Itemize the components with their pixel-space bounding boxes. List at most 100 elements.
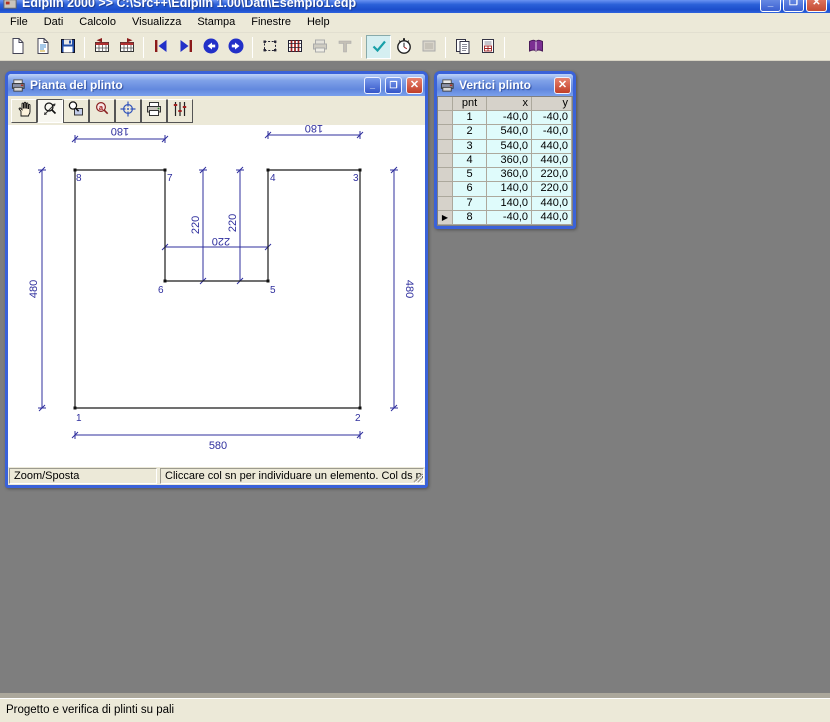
dim-top-right-label: 180: [305, 125, 323, 134]
menu-visualizza[interactable]: Visualizza: [124, 14, 189, 31]
table-row[interactable]: 6 140,0 220,0: [438, 182, 572, 196]
col-header-pnt: pnt: [453, 97, 487, 111]
report-icon: [479, 37, 497, 58]
table-window-icon: [440, 78, 455, 93]
print-plot-button[interactable]: [141, 99, 167, 123]
toolbar-separator: [143, 37, 144, 58]
vertici-titlebar[interactable]: Vertici plinto ✕: [437, 74, 573, 96]
close-button[interactable]: ✕: [806, 0, 827, 12]
status-text: Progetto e verifica di plinti su pali: [6, 704, 174, 716]
menu-stampa[interactable]: Stampa: [189, 14, 243, 31]
zoom-window-button[interactable]: [63, 99, 89, 123]
center-target-button[interactable]: [115, 99, 141, 123]
row-selector-header: [438, 97, 453, 111]
display-options-button[interactable]: [167, 99, 193, 123]
last-record-button[interactable]: [173, 35, 198, 59]
zoom-window-icon: [67, 100, 85, 121]
minimize-button[interactable]: _: [760, 0, 781, 12]
vertex-4-label: 4: [270, 173, 276, 184]
report-button[interactable]: [475, 35, 500, 59]
dim-right-label: 480: [403, 280, 415, 298]
zoom-arrows-icon: [41, 100, 59, 121]
menu-finestre[interactable]: Finestre: [243, 14, 299, 31]
pianta-statusbar: Zoom/Sposta Cliccare col sn per individu…: [8, 467, 425, 485]
sliders-icon: [171, 100, 189, 121]
new-button[interactable]: [5, 35, 30, 59]
toolbar-separator: [361, 37, 362, 58]
table-header-row: pnt x y: [438, 97, 572, 111]
forward-button[interactable]: [223, 35, 248, 59]
menu-help[interactable]: Help: [299, 14, 338, 31]
toolbar-separator: [445, 37, 446, 58]
stopwatch-button[interactable]: [391, 35, 416, 59]
menu-calcolo[interactable]: Calcolo: [71, 14, 124, 31]
zoom-all-button[interactable]: a: [89, 99, 115, 123]
table-row-selected[interactable]: ▶ 8 -40,0 440,0: [438, 211, 572, 225]
grid-next-button[interactable]: [114, 35, 139, 59]
table-row[interactable]: 1 -40,0 -40,0: [438, 111, 572, 125]
vertex-8-label: 8: [76, 173, 82, 184]
table-row[interactable]: 7 140,0 440,0: [438, 197, 572, 211]
col-header-x: x: [487, 97, 532, 111]
zoom-pan-button[interactable]: [37, 99, 63, 123]
open-document-icon: [34, 37, 52, 58]
vertex-6-label: 6: [158, 285, 164, 296]
table-row[interactable]: 4 360,0 440,0: [438, 154, 572, 168]
t-section-gray-icon: [336, 37, 354, 58]
save-button[interactable]: [55, 35, 80, 59]
copy-pages-button[interactable]: [450, 35, 475, 59]
vertex-5-label: 5: [270, 285, 276, 296]
pianta-minimize-button[interactable]: _: [364, 77, 381, 94]
vertici-title: Vertici plinto: [459, 78, 550, 92]
grid-prev-button[interactable]: [89, 35, 114, 59]
table-arrow-right-icon: [118, 37, 136, 58]
results-gray-icon: [420, 37, 438, 58]
dim-notch-width-label: 220: [212, 235, 230, 247]
first-record-icon: [152, 37, 170, 58]
resize-grip[interactable]: [412, 472, 423, 483]
selection-rect-icon: [261, 37, 279, 58]
menu-file[interactable]: File: [2, 14, 36, 31]
vertici-close-button[interactable]: ✕: [554, 77, 571, 94]
printer-icon: [145, 100, 163, 121]
checkmark-icon: [370, 37, 388, 58]
menu-dati[interactable]: Dati: [36, 14, 72, 31]
menubar: File Dati Calcolo Visualizza Stampa Fine…: [0, 13, 830, 33]
mode-status-pane: Zoom/Sposta: [9, 468, 157, 484]
toolbar-separator: [504, 37, 505, 58]
table-row[interactable]: 5 360,0 220,0: [438, 168, 572, 182]
hand-icon: [15, 100, 33, 121]
plot-canvas[interactable]: 180 180 480 480 220 220 220 580 8 7 4 3 …: [8, 125, 425, 467]
main-statusbar: Progetto e verifica di plinti su pali: [0, 698, 830, 722]
pan-hand-button[interactable]: [11, 99, 37, 123]
first-record-button[interactable]: [148, 35, 173, 59]
copy-pages-icon: [454, 37, 472, 58]
open-button[interactable]: [30, 35, 55, 59]
table-row[interactable]: 3 540,0 440,0: [438, 140, 572, 154]
dim-bottom-label: 580: [209, 440, 227, 452]
vertici-table: pnt x y 1 -40,0 -40,0 2 540,0 -40,0: [437, 96, 573, 226]
back-button[interactable]: [198, 35, 223, 59]
crosshair-icon: [119, 100, 137, 121]
table-view-button[interactable]: [282, 35, 307, 59]
current-row-marker[interactable]: ▶: [438, 211, 453, 225]
pianta-toolbar: a: [8, 96, 425, 125]
pianta-close-button[interactable]: ✕: [406, 77, 423, 94]
mdi-client-area: Pianta del plinto _ ❐ ✕ a: [0, 61, 830, 698]
table-row[interactable]: 2 540,0 -40,0: [438, 125, 572, 139]
col-header-y: y: [532, 97, 572, 111]
new-document-icon: [9, 37, 27, 58]
window-vertici-plinto: Vertici plinto ✕ pnt x y 1 -40,0 -40,0: [434, 71, 576, 229]
plot-window-icon: [11, 78, 26, 93]
vertex-7-label: 7: [167, 173, 173, 184]
maximize-button[interactable]: ❐: [783, 0, 804, 12]
last-record-icon: [177, 37, 195, 58]
plinth-plan-drawing: 180 180 480 480 220 220 220 580 8 7 4 3 …: [8, 125, 425, 467]
plinth-outline: [75, 170, 360, 408]
help-button[interactable]: [523, 35, 548, 59]
selection-button[interactable]: [257, 35, 282, 59]
pianta-title: Pianta del plinto: [30, 78, 360, 92]
pianta-titlebar[interactable]: Pianta del plinto _ ❐ ✕: [8, 74, 425, 96]
verify-check-button[interactable]: [366, 35, 391, 59]
pianta-maximize-button[interactable]: ❐: [385, 77, 402, 94]
